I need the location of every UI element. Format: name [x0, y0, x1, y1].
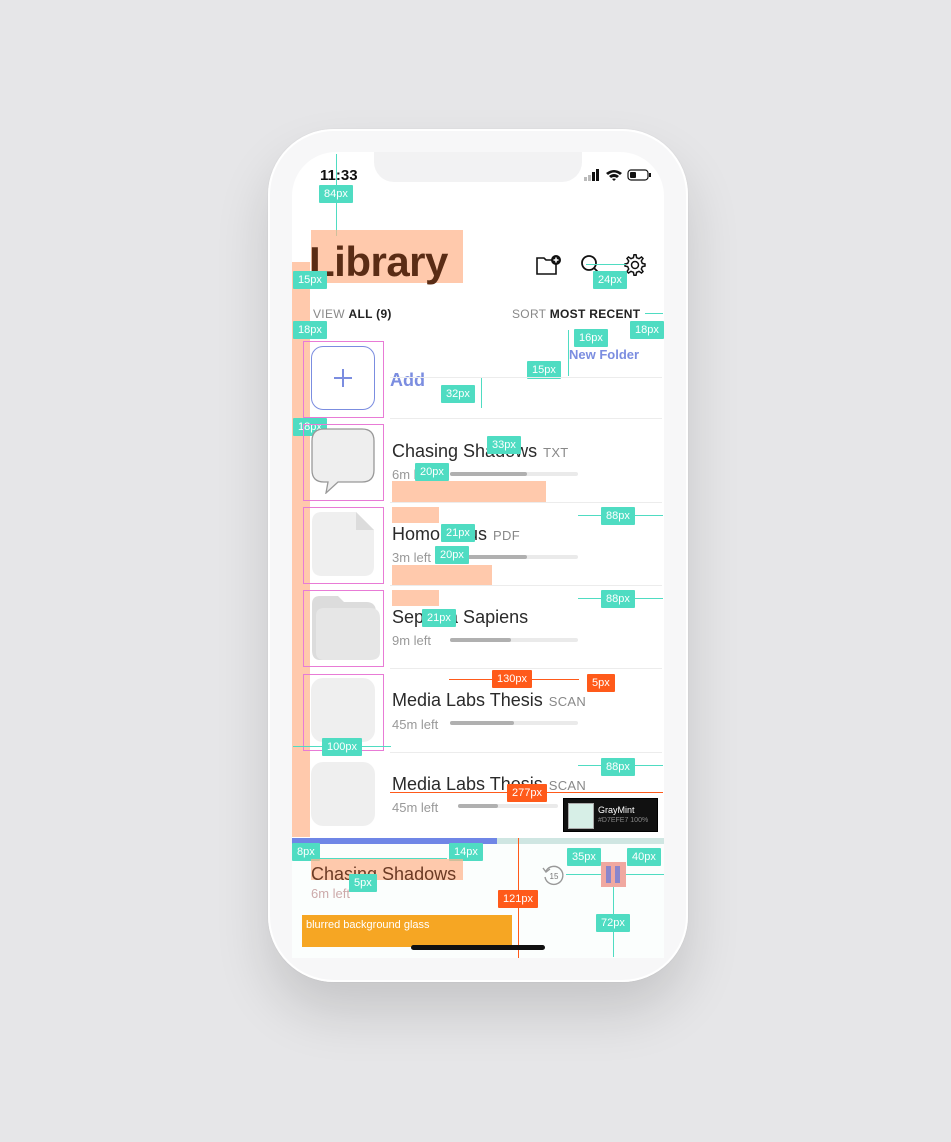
spec-label: 100px	[322, 738, 362, 756]
text-highlight	[392, 507, 439, 523]
spec-label: 5px	[587, 674, 615, 692]
spec-label: 21px	[422, 609, 456, 627]
folder-icon	[312, 596, 380, 660]
spec-label: 24px	[593, 271, 627, 289]
spec-label: 40px	[627, 848, 661, 866]
progress-bar	[450, 555, 578, 559]
item-time-left: 9m left	[392, 633, 432, 648]
spec-label: 20px	[415, 463, 449, 481]
spec-label: 84px	[319, 185, 353, 203]
item-type: SCAN	[548, 694, 587, 709]
list-item-thumbnail[interactable]	[311, 678, 375, 742]
spec-label: 15px	[293, 271, 327, 289]
spec-label: 18px	[630, 321, 664, 339]
spec-label: 21px	[441, 524, 475, 542]
spec-line	[568, 330, 569, 376]
divider	[390, 377, 662, 378]
player-time-left: 6m left	[311, 886, 351, 901]
sort-value: MOST RECENT	[549, 307, 641, 321]
divider	[390, 502, 662, 503]
divider	[390, 668, 662, 669]
item-type: PDF	[493, 528, 520, 543]
pause-button[interactable]	[601, 862, 626, 887]
item-time-left: 3m left	[392, 550, 432, 565]
notch	[374, 152, 582, 182]
add-label[interactable]: Add	[390, 370, 425, 391]
home-indicator[interactable]	[411, 945, 545, 950]
rewind-label: 15	[550, 872, 559, 881]
item-title: Sepiena Sapiens	[392, 607, 529, 627]
rewind-15-icon[interactable]: 15	[541, 862, 567, 888]
status-icons	[584, 169, 651, 181]
swatch-code: #D7EFE7 100%	[598, 817, 649, 824]
spec-line	[586, 264, 626, 265]
item-title-row: Sepiena Sapiens	[392, 607, 528, 628]
item-type: SCAN	[548, 778, 587, 793]
text-highlight	[392, 565, 492, 585]
text-highlight	[392, 590, 439, 606]
color-swatch-annotation: GrayMint #D7EFE7 100%	[563, 798, 658, 832]
item-title-row: Chasing Shadows TXT	[392, 441, 569, 462]
sort-filter[interactable]: SORT MOST RECENT	[512, 307, 640, 321]
spec-label: 5px	[349, 874, 377, 892]
view-value: ALL (9)	[348, 307, 392, 321]
plus-icon	[334, 369, 352, 387]
spec-label: 121px	[498, 890, 538, 908]
spec-line	[626, 874, 664, 875]
item-type: TXT	[543, 445, 569, 460]
progress-bar	[450, 472, 578, 476]
list-item[interactable]	[310, 426, 376, 499]
spec-label: 72px	[596, 914, 630, 932]
spec-label: 88px	[601, 758, 635, 776]
progress-bar	[450, 721, 578, 725]
spec-label: 20px	[435, 546, 469, 564]
swatch-name: GrayMint	[598, 805, 635, 815]
spec-line	[645, 313, 663, 314]
spec-label: 16px	[574, 329, 608, 347]
new-folder-link[interactable]: New Folder	[569, 347, 639, 362]
item-time-left: 45m left	[392, 717, 439, 732]
add-button[interactable]	[311, 346, 375, 410]
spec-line	[566, 874, 601, 875]
item-time-left: 45m left	[392, 800, 439, 815]
document-icon	[312, 512, 374, 576]
pause-icon	[606, 866, 611, 883]
spec-label: 35px	[567, 848, 601, 866]
spec-line	[481, 378, 482, 408]
spec-label: 18px	[293, 321, 327, 339]
view-filter[interactable]: VIEW ALL (9)	[313, 307, 392, 321]
page-title: Library	[309, 238, 448, 285]
speech-bubble-icon	[311, 428, 375, 495]
progress-bar	[450, 638, 578, 642]
list-item-thumbnail[interactable]	[311, 762, 375, 826]
status-time: 11:33	[320, 167, 358, 184]
spec-label: 130px	[492, 670, 532, 688]
spec-label: 88px	[601, 590, 635, 608]
progress-bar	[458, 804, 558, 808]
item-title-row: Media Labs Thesis SCAN	[392, 690, 586, 711]
list-item[interactable]	[310, 594, 380, 667]
spec-label: 33px	[487, 436, 521, 454]
glass-annotation: blurred background glass	[302, 915, 512, 947]
list-item[interactable]	[310, 510, 376, 583]
spec-label: 277px	[507, 784, 547, 802]
divider	[390, 585, 662, 586]
text-highlight	[392, 481, 546, 502]
player-title: Chasing Shadows	[311, 864, 457, 884]
spec-label: 88px	[601, 507, 635, 525]
new-folder-icon[interactable]	[536, 254, 562, 276]
divider	[390, 418, 662, 419]
swatch-chip	[568, 803, 594, 829]
divider	[390, 752, 662, 753]
view-label: VIEW	[313, 307, 345, 321]
pause-icon	[615, 866, 620, 883]
sort-label: SORT	[512, 307, 547, 321]
item-title: Media Labs Thesis	[392, 690, 543, 710]
spec-label: 32px	[441, 385, 475, 403]
